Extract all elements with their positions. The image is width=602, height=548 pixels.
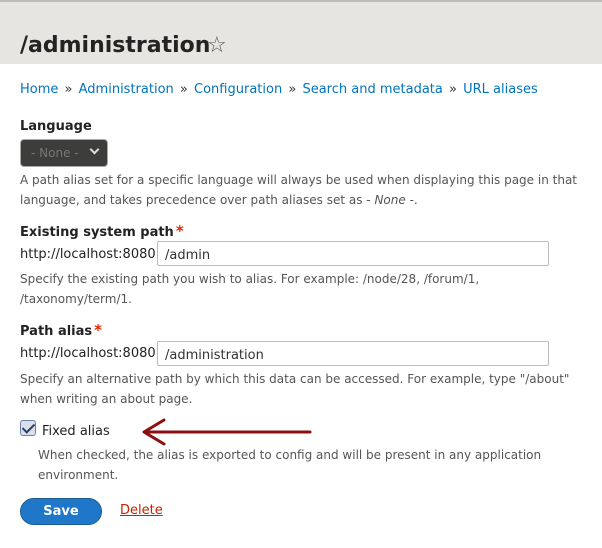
breadcrumb-separator: » (179, 82, 188, 97)
save-button[interactable]: Save (20, 498, 102, 525)
system-path-prefix: http://localhost:8080 (20, 247, 156, 262)
breadcrumb-search-metadata[interactable]: Search and metadata (302, 82, 442, 97)
page-header: /administration ☆ (0, 0, 602, 64)
system-path-description: Specify the existing path you wish to al… (20, 272, 480, 306)
arrow-left-icon (142, 418, 312, 446)
system-path-label: Existing system path * (20, 222, 184, 240)
breadcrumb: Home » Administration » Configuration » … (20, 82, 538, 97)
breadcrumb-administration[interactable]: Administration (79, 82, 174, 97)
language-select-value: - None - (31, 146, 79, 160)
language-label: Language (20, 119, 92, 134)
fixed-alias-label[interactable]: Fixed alias (42, 424, 110, 439)
page-title: /administration (20, 33, 211, 58)
path-alias-prefix: http://localhost:8080 (20, 346, 156, 361)
star-icon[interactable]: ☆ (207, 33, 227, 59)
breadcrumb-separator: » (449, 82, 457, 97)
system-path-input[interactable] (157, 241, 549, 266)
breadcrumb-separator: » (64, 82, 73, 97)
fixed-alias-checkbox[interactable] (20, 420, 36, 436)
path-alias-input[interactable] (157, 341, 549, 366)
language-select[interactable]: - None - (20, 139, 108, 167)
required-mark: * (94, 321, 103, 339)
fixed-alias-description: When checked, the alias is exported to c… (38, 448, 542, 482)
breadcrumb-url-aliases[interactable]: URL aliases (463, 82, 538, 97)
required-mark: * (175, 222, 184, 240)
breadcrumb-configuration[interactable]: Configuration (194, 82, 282, 97)
language-description: A path alias set for a specific language… (20, 173, 577, 207)
path-alias-description: Specify an alternative path by which thi… (20, 372, 570, 406)
path-alias-label: Path alias * (20, 321, 103, 339)
breadcrumb-separator: » (288, 82, 297, 97)
breadcrumb-home[interactable]: Home (20, 82, 58, 97)
delete-link[interactable]: Delete (120, 503, 163, 518)
chevron-down-icon (89, 144, 100, 155)
